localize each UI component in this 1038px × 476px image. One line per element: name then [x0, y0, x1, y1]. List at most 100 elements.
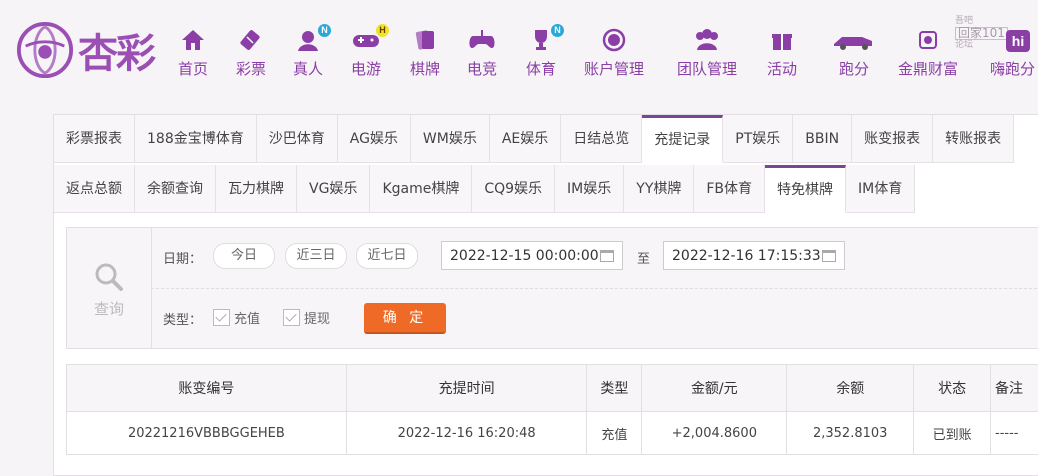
- col-header-status[interactable]: 状态: [914, 365, 991, 412]
- calendar-icon[interactable]: [600, 250, 614, 262]
- nav-label: 彩票: [236, 60, 266, 78]
- nav-item-7[interactable]: 账户管理: [584, 28, 644, 79]
- col-header-amount[interactable]: 金额/元: [642, 365, 787, 412]
- top-header: 杏彩 首页彩票N真人H电游棋牌电竞N体育账户管理团队管理活动跑分金鼎财富嗨跑分 …: [0, 0, 1038, 100]
- cell-id: 20221216VBBBGGEHEB: [67, 412, 347, 455]
- col-header-balance[interactable]: 余额: [787, 365, 914, 412]
- tab-row1-9[interactable]: BBIN: [793, 115, 852, 163]
- nav-label: 跑分: [839, 60, 869, 78]
- tab-row2-9[interactable]: 特免棋牌: [765, 165, 846, 213]
- treasure-icon: [898, 28, 958, 54]
- end-date-input[interactable]: 2022-12-16 17:15:33: [663, 241, 845, 270]
- nav-label: 电游: [351, 60, 381, 78]
- gift-icon: [767, 28, 797, 54]
- nav-item-1[interactable]: 彩票: [236, 28, 266, 79]
- start-date-input[interactable]: 2022-12-15 00:00:00: [441, 241, 623, 270]
- tab-row2-5[interactable]: CQ9娱乐: [472, 165, 555, 213]
- nav-label: 活动: [767, 60, 797, 78]
- table-row[interactable]: 20221216VBBBGGEHEB 2022-12-16 16:20:48 充…: [67, 412, 1038, 455]
- withdraw-checkbox[interactable]: 提现: [283, 308, 330, 327]
- nav-item-5[interactable]: 电竞: [467, 28, 497, 79]
- deposit-checkbox[interactable]: 充值: [213, 308, 260, 327]
- col-header-type[interactable]: 类型: [587, 365, 642, 412]
- hi-run-icon[interactable]: hi: [1006, 30, 1030, 52]
- home-icon: [178, 28, 208, 54]
- watermark-line2: 回家101: [955, 27, 1008, 40]
- filter-panel: 查询 日期： 今日 近三日 近七日 2022-12-15 00:00:00 至 …: [66, 227, 1038, 349]
- nav-item-4[interactable]: 棋牌: [410, 28, 440, 79]
- tab-row1-7[interactable]: 充提记录: [642, 115, 723, 163]
- start-date-value: 2022-12-15 00:00:00: [450, 248, 599, 264]
- tab-row1-4[interactable]: WM娱乐: [411, 115, 490, 163]
- today-button[interactable]: 今日: [213, 243, 275, 269]
- nav-label: 体育: [526, 60, 556, 78]
- tab-row1-1[interactable]: 188金宝博体育: [135, 115, 257, 163]
- cell-status: 已到账: [914, 412, 991, 455]
- nav-label: 团队管理: [677, 60, 737, 78]
- tab-row2-1[interactable]: 余额查询: [135, 165, 216, 213]
- team-icon: [677, 28, 737, 54]
- report-panel: 彩票报表188金宝博体育沙巴体育AG娱乐WM娱乐AE娱乐日结总览充提记录PT娱乐…: [53, 114, 1038, 476]
- tab-row1-5[interactable]: AE娱乐: [490, 115, 561, 163]
- query-box: 查询: [67, 228, 152, 348]
- tab-row2-10[interactable]: IM体育: [846, 165, 915, 213]
- race-car-icon: [832, 28, 876, 54]
- tab-row1-11[interactable]: 转账报表: [933, 115, 1014, 163]
- trophy-icon: N: [526, 28, 556, 54]
- tab-row1-8[interactable]: PT娱乐: [723, 115, 793, 163]
- tab-row2-7[interactable]: YY棋牌: [624, 165, 694, 213]
- cell-type: 充值: [587, 412, 642, 455]
- tab-row1-2[interactable]: 沙巴体育: [257, 115, 338, 163]
- tab-row1-6[interactable]: 日结总览: [561, 115, 642, 163]
- account-coin-icon: [584, 28, 644, 54]
- nav-label: 首页: [178, 60, 208, 78]
- nav-label: 嗨跑分: [990, 60, 1035, 78]
- brand-logo[interactable]: 杏彩: [16, 18, 166, 82]
- search-icon: [94, 262, 124, 292]
- nav-item-2[interactable]: N真人: [293, 28, 323, 79]
- confirm-button[interactable]: 确 定: [364, 303, 446, 334]
- nav-label: 金鼎财富: [898, 60, 958, 78]
- tab-row2-8[interactable]: FB体育: [694, 165, 765, 213]
- checkbox-icon: [283, 309, 300, 326]
- tabs-row-1: 彩票报表188金宝博体育沙巴体育AG娱乐WM娱乐AE娱乐日结总览充提记录PT娱乐…: [54, 115, 1014, 163]
- tab-row1-10[interactable]: 账变报表: [852, 115, 933, 163]
- cell-balance: 2,352.8103: [787, 412, 914, 455]
- last-3-days-button[interactable]: 近三日: [285, 243, 347, 269]
- tab-row2-0[interactable]: 返点总额: [54, 165, 135, 213]
- to-label: 至: [637, 248, 650, 267]
- tab-row2-3[interactable]: VG娱乐: [297, 165, 370, 213]
- col-header-time[interactable]: 充提时间: [346, 365, 587, 412]
- calendar-icon[interactable]: [822, 250, 836, 262]
- cell-note: -----: [991, 412, 1038, 455]
- col-header-note[interactable]: 备注: [991, 365, 1038, 412]
- tab-row2-2[interactable]: 瓦力棋牌: [216, 165, 297, 213]
- tab-row1-3[interactable]: AG娱乐: [338, 115, 411, 163]
- brand-name: 杏彩: [78, 21, 154, 79]
- nav-item-6[interactable]: N 体育: [526, 28, 556, 79]
- nav-badge: N: [318, 24, 331, 37]
- tabs-row-2: 返点总额余额查询瓦力棋牌VG娱乐Kgame棋牌CQ9娱乐IM娱乐YY棋牌FB体育…: [54, 165, 915, 213]
- nav-label: 账户管理: [584, 60, 644, 78]
- tab-row1-0[interactable]: 彩票报表: [54, 115, 135, 163]
- withdraw-label: 提现: [304, 312, 330, 327]
- nav-item-8[interactable]: 团队管理: [677, 28, 737, 79]
- tab-row2-4[interactable]: Kgame棋牌: [370, 165, 472, 213]
- date-label: 日期：: [163, 248, 202, 267]
- end-date-value: 2022-12-16 17:15:33: [672, 248, 821, 264]
- nav-item-11[interactable]: 金鼎财富: [898, 28, 958, 79]
- gamepad-icon: H: [351, 28, 381, 54]
- nav-item-9[interactable]: 活动: [767, 28, 797, 79]
- tab-row2-6[interactable]: IM娱乐: [555, 165, 624, 213]
- nav-item-10[interactable]: 跑分: [832, 28, 876, 79]
- type-label: 类型：: [163, 309, 202, 328]
- col-header-id[interactable]: 账变编号: [67, 365, 347, 412]
- table-header-row: 账变编号 充提时间 类型 金额/元 余额 状态 备注: [67, 365, 1038, 412]
- nav-label: 真人: [293, 60, 323, 78]
- nav-item-0[interactable]: 首页: [178, 28, 208, 79]
- cell-time: 2022-12-16 16:20:48: [346, 412, 587, 455]
- nav-label: 电竞: [467, 60, 497, 78]
- playing-cards-icon: [410, 28, 440, 54]
- last-7-days-button[interactable]: 近七日: [356, 243, 418, 269]
- nav-item-3[interactable]: H 电游: [351, 28, 381, 79]
